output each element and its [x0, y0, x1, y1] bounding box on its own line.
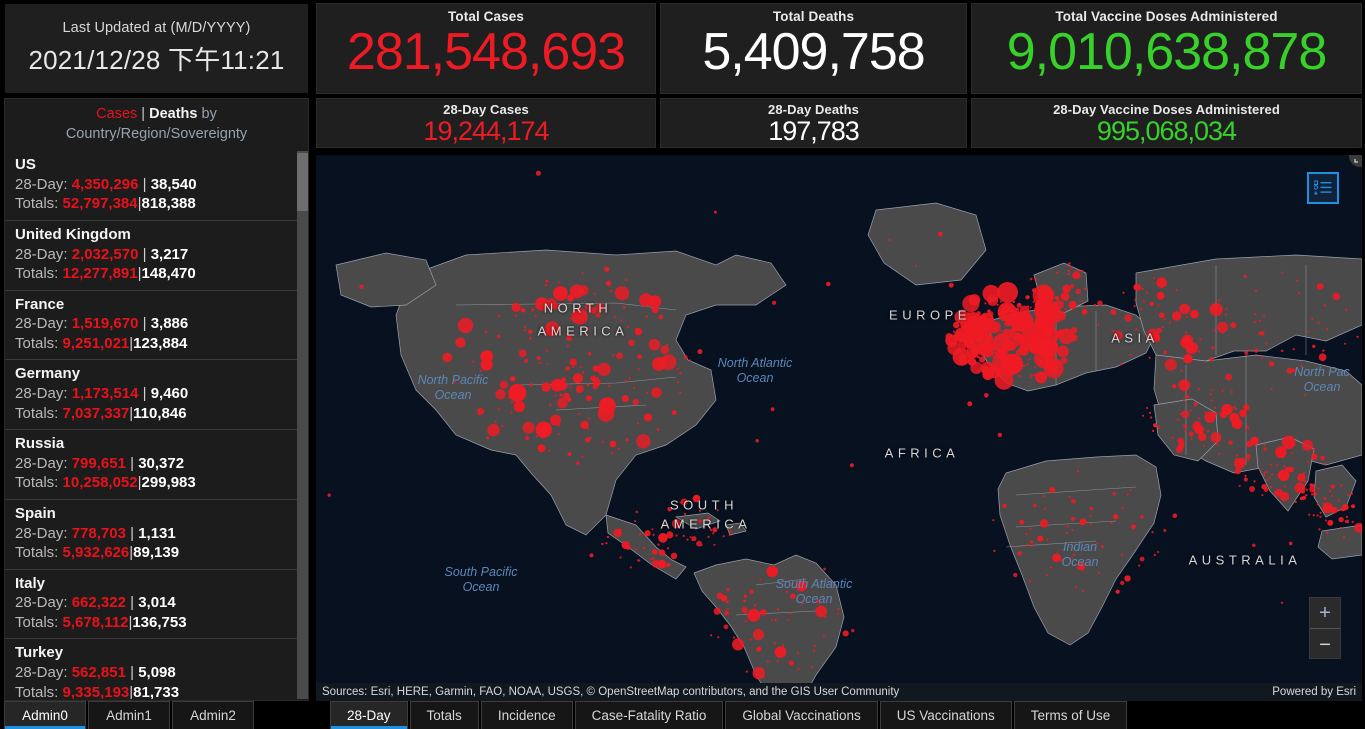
header-subtitle: Country/Region/Sovereignty	[65, 125, 248, 142]
stat-card-total-deaths[interactable]: Total Deaths 5,409,758	[660, 3, 967, 94]
view-tab-case-fatality-ratio[interactable]: Case-Fatality Ratio	[574, 701, 724, 729]
stat-title: Total Vaccine Doses Administered	[1055, 9, 1278, 24]
row-28day: 28-Day: 799,651 | 30,372	[15, 454, 185, 472]
last-updated-card: Last Updated at (M/D/YYYY) 2021/12/28 下午…	[4, 3, 309, 94]
country-list: US 28-Day: 4,350,296 | 38,540 Totals: 52…	[5, 151, 300, 699]
header-cases-label: Cases	[96, 106, 138, 122]
list-item[interactable]: Turkey 28-Day: 562,851 | 5,098 Totals: 9…	[5, 639, 300, 699]
row-28day: 28-Day: 778,703 | 1,131	[15, 524, 176, 542]
last-updated-value: 2021/12/28 下午11:21	[28, 45, 285, 75]
list-item[interactable]: US 28-Day: 4,350,296 | 38,540 Totals: 52…	[5, 151, 300, 221]
tab-label: Admin2	[190, 708, 236, 723]
last-updated-label: Last Updated at (M/D/YYYY)	[62, 20, 251, 36]
map-graphics	[316, 155, 1362, 701]
list-item[interactable]: Spain 28-Day: 778,703 | 1,131 Totals: 5,…	[5, 500, 300, 570]
legend-icon[interactable]	[1307, 172, 1339, 204]
admin-tab-admin0[interactable]: Admin0	[4, 701, 86, 729]
attribution-sources: Sources: Esri, HERE, Garmin, FAO, NOAA, …	[322, 686, 900, 698]
tab-label: Admin0	[22, 708, 68, 723]
list-item[interactable]: Germany 28-Day: 1,173,514 | 9,460 Totals…	[5, 360, 300, 431]
row-28day: 28-Day: 662,322 | 3,014	[15, 594, 176, 612]
zoom-out-button[interactable]: −	[1310, 629, 1340, 660]
stat-value: 9,010,638,878	[1006, 23, 1328, 81]
row-totals: Totals: 5,678,112|136,753	[15, 613, 187, 631]
admin-tab-admin2[interactable]: Admin2	[172, 701, 254, 729]
world-map[interactable]: NORTH AMERICA SOUTH AMERICA EUROPE AFRICA ASIA…	[316, 155, 1362, 701]
zoom-in-button[interactable]: +	[1310, 598, 1340, 629]
legend-glyph	[1314, 180, 1332, 195]
stat-card-28day-cases[interactable]: 28-Day Cases 19,244,174	[316, 98, 656, 148]
stat-value: 281,548,693	[346, 23, 626, 81]
admin-tab-admin1[interactable]: Admin1	[88, 701, 170, 729]
row-28day: 28-Day: 1,173,514 | 9,460	[15, 385, 189, 403]
header-by-label: by	[201, 106, 217, 122]
tab-label: Totals	[426, 708, 462, 723]
row-totals: Totals: 5,932,626|89,139	[15, 544, 180, 562]
tab-label: Admin1	[106, 708, 152, 723]
row-totals: Totals: 52,797,384|818,388	[15, 195, 196, 213]
view-tab-us-vaccinations[interactable]: US Vaccinations	[879, 701, 1012, 729]
country-name: US	[15, 156, 36, 174]
country-name: Spain	[15, 504, 56, 522]
stat-card-28day-deaths[interactable]: 28-Day Deaths 197,783	[660, 98, 967, 148]
country-list-header: Cases | Deaths by Country/Region/Soverei…	[5, 99, 308, 151]
country-name: Italy	[15, 574, 46, 592]
view-tabs[interactable]: 28-Day Totals Incidence Case-Fatality Ra…	[330, 701, 1365, 729]
admin-level-tabs[interactable]: Admin0 Admin1 Admin2	[4, 701, 309, 729]
country-name: Turkey	[15, 644, 64, 662]
attribution-powered-by: Powered by Esri	[1272, 686, 1356, 698]
country-name: United Kingdom	[15, 225, 131, 243]
country-list-panel: Cases | Deaths by Country/Region/Soverei…	[4, 98, 309, 701]
tab-label: US Vaccinations	[896, 708, 995, 723]
map-zoom-controls[interactable]: + −	[1309, 597, 1341, 659]
tab-label: 28-Day	[347, 708, 391, 723]
view-tab-totals[interactable]: Totals	[409, 701, 479, 729]
tab-label: Global Vaccinations	[742, 708, 861, 723]
tab-label: Terms of Use	[1030, 708, 1111, 723]
stat-value: 19,244,174	[423, 116, 549, 146]
row-28day: 28-Day: 1,519,670 | 3,886	[15, 315, 189, 333]
row-totals: Totals: 7,037,337|110,846	[15, 404, 187, 422]
scrollbar-thumb[interactable]	[297, 153, 308, 212]
stat-title: Total Cases	[448, 9, 524, 24]
list-item[interactable]: France 28-Day: 1,519,670 | 3,886 Totals:…	[5, 291, 300, 361]
map-canvas	[316, 155, 1362, 701]
country-name: Russia	[15, 435, 65, 453]
row-totals: Totals: 9,251,021|123,884	[15, 334, 188, 352]
stat-card-28day-vaccine-doses[interactable]: 28-Day Vaccine Doses Administered 995,06…	[971, 98, 1362, 148]
view-tab-28-day[interactable]: 28-Day	[330, 701, 408, 729]
stat-title: 28-Day Vaccine Doses Administered	[1053, 102, 1280, 117]
stat-value: 995,068,034	[1096, 116, 1237, 146]
stat-title: Total Deaths	[772, 9, 855, 24]
row-28day: 28-Day: 4,350,296 | 38,540	[15, 175, 197, 193]
list-item[interactable]: Italy 28-Day: 662,322 | 3,014 Totals: 5,…	[5, 570, 300, 640]
row-totals: Totals: 12,277,891|148,470	[15, 265, 196, 283]
list-item[interactable]: Russia 28-Day: 799,651 | 30,372 Totals: …	[5, 430, 300, 500]
country-list-scroll-area[interactable]: US 28-Day: 4,350,296 | 38,540 Totals: 52…	[5, 151, 308, 700]
country-name: Germany	[15, 365, 81, 383]
stat-card-total-cases[interactable]: Total Cases 281,548,693	[316, 3, 656, 94]
header-separator: |	[141, 106, 146, 122]
list-item[interactable]: United Kingdom 28-Day: 2,032,570 | 3,217…	[5, 221, 300, 291]
stat-value: 197,783	[768, 116, 860, 146]
stat-title: 28-Day Deaths	[768, 102, 859, 117]
stat-value: 5,409,758	[702, 23, 925, 81]
row-totals: Totals: 9,335,193|81,733	[15, 683, 180, 700]
view-tab-terms-of-use[interactable]: Terms of Use	[1013, 701, 1128, 729]
view-tab-global-vaccinations[interactable]: Global Vaccinations	[725, 701, 878, 729]
tab-label: Incidence	[497, 708, 556, 723]
country-list-scrollbar[interactable]	[297, 151, 308, 700]
row-28day: 28-Day: 2,032,570 | 3,217	[15, 245, 189, 263]
tab-label: Case-Fatality Ratio	[591, 708, 707, 723]
expand-glyph	[1353, 158, 1358, 163]
covid-dashboard: Last Updated at (M/D/YYYY) 2021/12/28 下午…	[0, 0, 1365, 729]
country-name: France	[15, 295, 65, 313]
stat-title: 28-Day Cases	[443, 102, 529, 117]
stat-card-total-vaccine-doses[interactable]: Total Vaccine Doses Administered 9,010,6…	[971, 3, 1362, 94]
header-deaths-label: Deaths	[149, 106, 198, 122]
view-tab-incidence[interactable]: Incidence	[480, 701, 573, 729]
map-attribution: Sources: Esri, HERE, Garmin, FAO, NOAA, …	[316, 683, 1362, 701]
row-totals: Totals: 10,258,052|299,983	[15, 474, 196, 492]
row-28day: 28-Day: 562,851 | 5,098	[15, 664, 176, 682]
